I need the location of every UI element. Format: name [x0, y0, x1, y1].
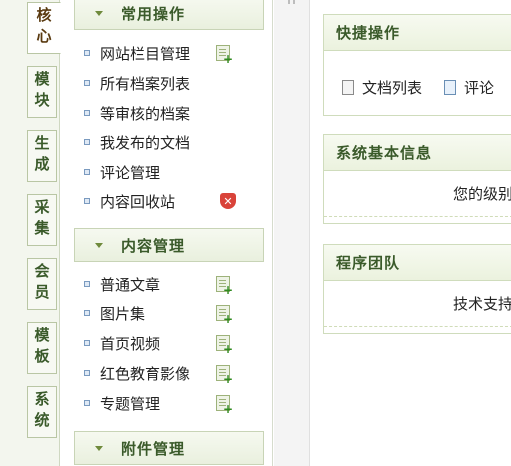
add-doc-icon[interactable] — [216, 276, 233, 296]
panel-body: 您的级别 — [324, 171, 511, 223]
menu-item-image-sets[interactable]: 图片集 — [84, 300, 264, 326]
add-doc-icon[interactable] — [216, 305, 233, 325]
tab-label: 系统 — [32, 391, 51, 433]
tab-label: 核心 — [34, 7, 53, 49]
section-title: 内容管理 — [121, 236, 186, 255]
menu-item-articles[interactable]: 普通文章 — [84, 271, 264, 297]
menu-item-recycle-bin[interactable]: 内容回收站 ✕ — [84, 188, 264, 214]
menu-item-home-video[interactable]: 首页视频 — [84, 330, 264, 356]
section-common-operations[interactable]: 常用操作 — [74, 0, 264, 30]
tab-label: 模块 — [32, 71, 51, 113]
bullet-icon — [84, 139, 90, 145]
menu-item-topics[interactable]: 专题管理 — [84, 390, 264, 416]
bullet-icon — [84, 169, 90, 175]
pane-splitter[interactable] — [274, 0, 310, 466]
panel-title: 快捷操作 — [336, 24, 401, 42]
menu-item-comments[interactable]: 评论管理 — [84, 159, 264, 185]
menu-item-label: 专题管理 — [100, 394, 161, 413]
chevron-down-icon — [95, 242, 103, 248]
menu-item-label: 等审核的档案 — [100, 104, 191, 123]
menu-item-all-archives[interactable]: 所有档案列表 — [84, 70, 264, 96]
tab-members[interactable]: 会员 — [27, 258, 57, 310]
program-team-panel: 程序团队 技术支持 — [323, 244, 511, 334]
menu-item-site-columns[interactable]: 网站栏目管理 — [84, 40, 264, 66]
panel-body: 技术支持 — [324, 281, 511, 333]
menu-item-label: 图片集 — [100, 304, 146, 323]
bullet-icon — [84, 310, 90, 316]
tab-label: 生成 — [32, 135, 51, 177]
bullet-icon — [84, 370, 90, 376]
section-title: 常用操作 — [121, 4, 186, 23]
quick-action-document-list[interactable]: 文档列表 — [342, 77, 422, 98]
bullet-icon — [84, 198, 90, 204]
user-level-text: 您的级别 — [452, 185, 511, 203]
panel-header: 程序团队 — [324, 245, 511, 281]
quick-action-label: 评论 — [464, 79, 495, 97]
menu-item-label: 评论管理 — [100, 163, 161, 182]
bullet-icon — [84, 50, 90, 56]
bullet-icon — [84, 80, 90, 86]
tab-system[interactable]: 系统 — [27, 386, 57, 438]
menu-item-red-education-video[interactable]: 红色教育影像 — [84, 360, 264, 386]
quick-action-label: 文档列表 — [362, 79, 423, 97]
tab-generate[interactable]: 生成 — [27, 130, 57, 182]
bullet-icon — [84, 400, 90, 406]
menu-item-label: 我发布的文档 — [100, 133, 191, 152]
menu-item-label: 所有档案列表 — [100, 74, 191, 93]
add-doc-icon[interactable] — [216, 365, 233, 385]
divider — [324, 326, 511, 327]
menu-item-pending-review[interactable]: 等审核的档案 — [84, 100, 264, 126]
splitter-grip — [293, 0, 295, 4]
menu-item-label: 首页视频 — [100, 334, 161, 353]
section-content-management[interactable]: 内容管理 — [74, 228, 264, 262]
quick-action-comments[interactable]: 评论 — [444, 77, 494, 98]
panel-header: 系统基本信息 — [324, 135, 511, 171]
panel-title: 系统基本信息 — [336, 144, 433, 162]
panel-header: 快捷操作 — [324, 15, 511, 51]
sidebar-menu: 常用操作 网站栏目管理 所有档案列表 等审核的档案 我发布的文档 评论管理 内容… — [61, 0, 273, 466]
tab-label: 会员 — [32, 263, 51, 305]
splitter-grip — [288, 0, 290, 4]
system-info-panel: 系统基本信息 您的级别 — [323, 134, 511, 224]
bullet-icon — [84, 110, 90, 116]
menu-item-label: 内容回收站 — [100, 192, 176, 211]
main-content: 快捷操作 文档列表 评论 系统基本信息 您的级别 程序团队 技术支持 — [311, 0, 511, 466]
menu-item-label: 红色教育影像 — [100, 364, 191, 383]
quick-actions-panel: 快捷操作 文档列表 评论 — [323, 14, 511, 116]
menu-item-my-documents[interactable]: 我发布的文档 — [84, 129, 264, 155]
panel-title: 程序团队 — [336, 254, 401, 272]
tab-label: 模板 — [32, 327, 51, 369]
bullet-icon — [84, 281, 90, 287]
tech-support-text: 技术支持 — [452, 295, 511, 313]
section-title: 附件管理 — [121, 439, 186, 458]
delete-icon[interactable]: ✕ — [220, 193, 236, 209]
tab-templates[interactable]: 模板 — [27, 322, 57, 374]
add-doc-icon[interactable] — [216, 335, 233, 355]
tab-modules[interactable]: 模块 — [27, 66, 57, 118]
tab-core[interactable]: 核心 — [27, 2, 61, 54]
add-doc-icon[interactable] — [216, 45, 233, 65]
document-icon — [342, 80, 354, 95]
bullet-icon — [84, 340, 90, 346]
menu-item-label: 普通文章 — [100, 275, 161, 294]
chevron-down-icon — [95, 445, 103, 451]
add-doc-icon[interactable] — [216, 395, 233, 415]
divider — [324, 216, 511, 217]
menu-item-label: 网站栏目管理 — [100, 44, 191, 63]
comment-icon — [444, 80, 456, 95]
chevron-down-icon — [95, 10, 103, 16]
tab-collect[interactable]: 采集 — [27, 194, 57, 246]
vertical-tab-strip: 核心 模块 生成 采集 会员 模板 系统 — [0, 0, 61, 466]
tab-label: 采集 — [32, 199, 51, 241]
section-attachment-management[interactable]: 附件管理 — [74, 431, 264, 465]
panel-body: 文档列表 评论 — [324, 51, 511, 115]
